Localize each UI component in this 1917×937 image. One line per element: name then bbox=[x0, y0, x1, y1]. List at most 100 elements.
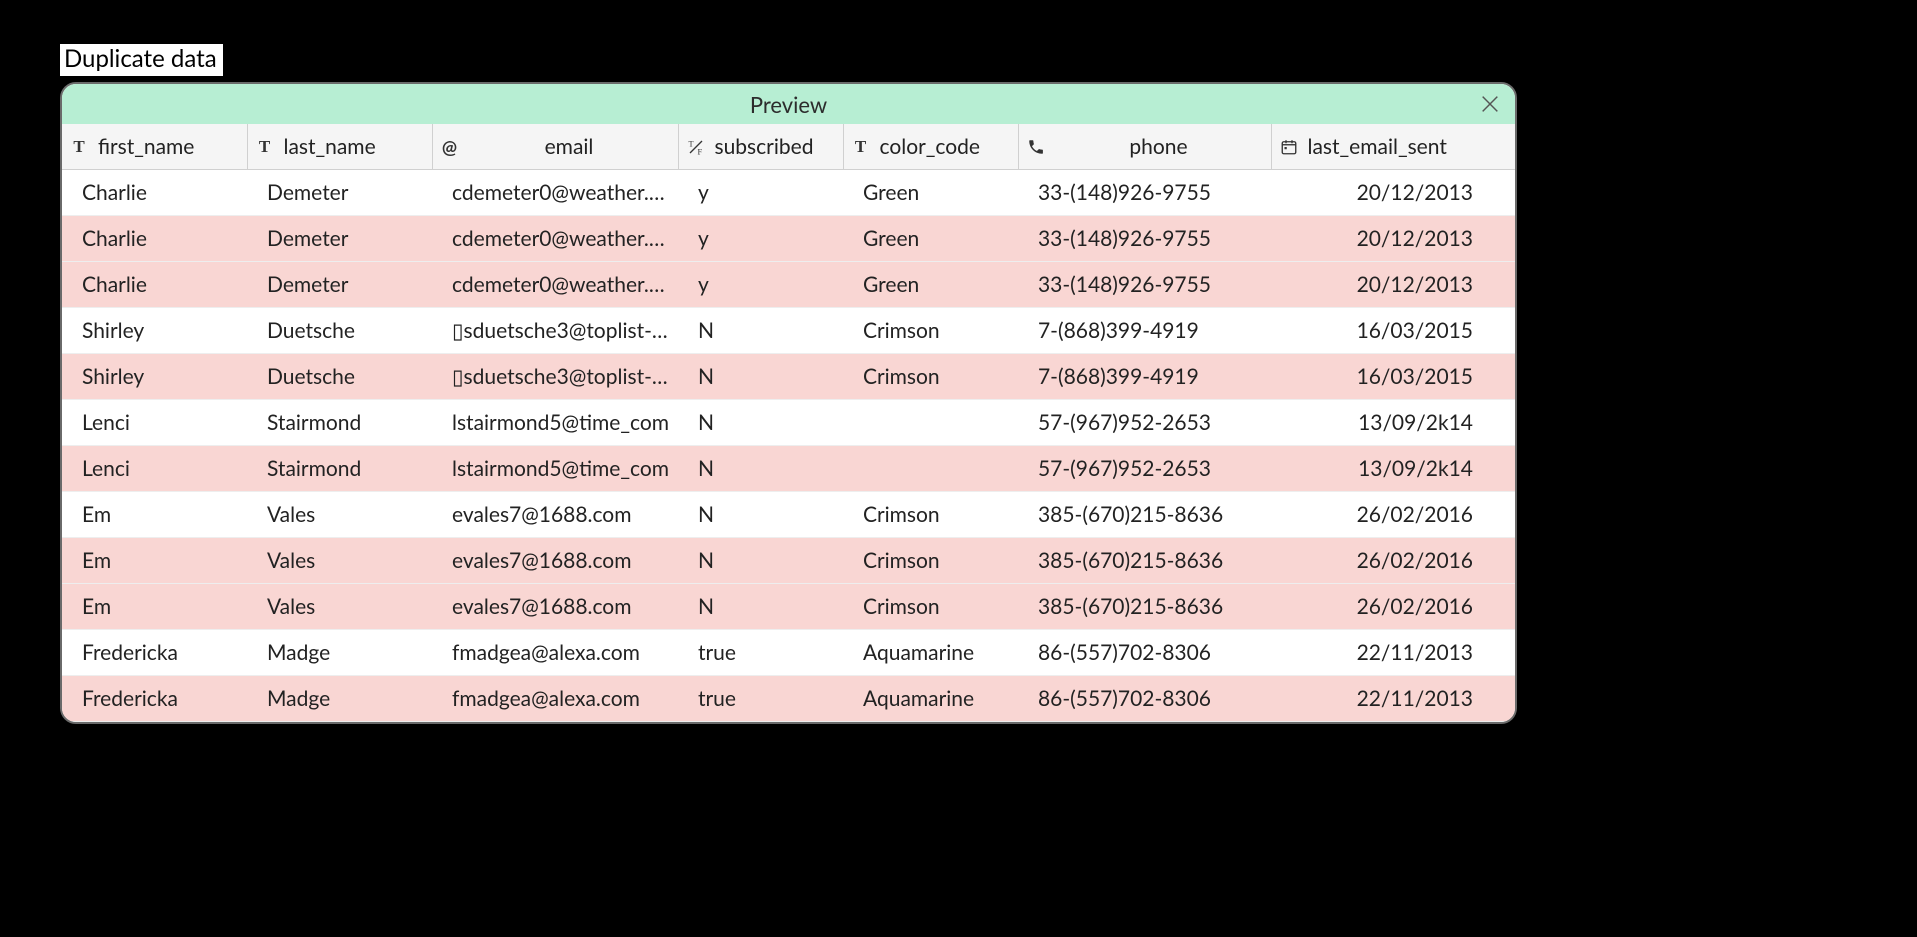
cell-last_name: Duetsche bbox=[247, 354, 432, 400]
cell-email: fmadgea@alexa.com bbox=[432, 630, 678, 676]
table-row[interactable]: LenciStairmondlstairmond5@time_comN57-(9… bbox=[62, 446, 1515, 492]
cell-email: cdemeter0@weather.com bbox=[432, 170, 678, 216]
cell-last_email_sent: 26/02/2016 bbox=[1271, 538, 1515, 584]
cell-last_name: Demeter bbox=[247, 262, 432, 308]
column-header-last_name[interactable]: Tlast_name bbox=[247, 124, 432, 170]
cell-last_name: Duetsche bbox=[247, 308, 432, 354]
cell-subscribed: true bbox=[678, 630, 843, 676]
cell-first_name: Fredericka bbox=[62, 630, 247, 676]
cell-first_name: Em bbox=[62, 584, 247, 630]
table-row[interactable]: EmValesevales7@1688.comNCrimson385-(670)… bbox=[62, 584, 1515, 630]
preview-titlebar: Preview bbox=[62, 84, 1515, 124]
close-button[interactable] bbox=[1479, 93, 1501, 115]
cell-last_name: Vales bbox=[247, 584, 432, 630]
cell-first_name: Charlie bbox=[62, 216, 247, 262]
cell-last_email_sent: 13/09/2k14 bbox=[1271, 400, 1515, 446]
cell-email: fmadgea@alexa.com bbox=[432, 676, 678, 722]
cell-subscribed: N bbox=[678, 354, 843, 400]
figure-caption: Duplicate data bbox=[60, 44, 223, 76]
cell-last_email_sent: 20/12/2013 bbox=[1271, 216, 1515, 262]
preview-panel: Preview Tfirst_nameTlast_name@emailTFsub… bbox=[60, 82, 1517, 724]
cell-color_code: Crimson bbox=[843, 538, 1018, 584]
table-row[interactable]: CharlieDemetercdemeter0@weather.comyGree… bbox=[62, 216, 1515, 262]
text-icon: T bbox=[70, 138, 88, 156]
svg-text:F: F bbox=[697, 147, 702, 156]
cell-first_name: Charlie bbox=[62, 262, 247, 308]
cell-phone: 33-(148)926-9755 bbox=[1018, 170, 1271, 216]
cell-subscribed: N bbox=[678, 400, 843, 446]
cell-color_code: Crimson bbox=[843, 492, 1018, 538]
cell-phone: 86-(557)702-8306 bbox=[1018, 630, 1271, 676]
cell-first_name: Charlie bbox=[62, 170, 247, 216]
cell-phone: 86-(557)702-8306 bbox=[1018, 676, 1271, 722]
table-row[interactable]: EmValesevales7@1688.comNCrimson385-(670)… bbox=[62, 492, 1515, 538]
cell-last_email_sent: 20/12/2013 bbox=[1271, 262, 1515, 308]
svg-text:T: T bbox=[688, 139, 693, 148]
cell-last_email_sent: 22/11/2013 bbox=[1271, 676, 1515, 722]
table-row[interactable]: CharlieDemetercdemeter0@weather.comyGree… bbox=[62, 262, 1515, 308]
column-header-phone[interactable]: phone bbox=[1018, 124, 1271, 170]
cell-email: ▯sduetsche3@toplist-cz bbox=[432, 354, 678, 400]
cell-subscribed: N bbox=[678, 446, 843, 492]
cell-last_name: Madge bbox=[247, 676, 432, 722]
table-header: Tfirst_nameTlast_name@emailTFsubscribedT… bbox=[62, 124, 1515, 170]
cell-phone: 33-(148)926-9755 bbox=[1018, 216, 1271, 262]
column-header-last_email_sent[interactable]: last_email_sent bbox=[1271, 124, 1515, 170]
cell-phone: 57-(967)952-2653 bbox=[1018, 400, 1271, 446]
cell-color_code: Aquamarine bbox=[843, 630, 1018, 676]
cell-last_name: Stairmond bbox=[247, 400, 432, 446]
table-row[interactable]: EmValesevales7@1688.comNCrimson385-(670)… bbox=[62, 538, 1515, 584]
cell-email: cdemeter0@weather.com bbox=[432, 216, 678, 262]
column-label: subscribed bbox=[715, 134, 814, 159]
column-label: last_email_sent bbox=[1308, 134, 1447, 159]
text-icon: T bbox=[256, 138, 274, 156]
preview-title: Preview bbox=[750, 91, 827, 118]
table-row[interactable]: FrederickaMadgefmadgea@alexa.comtrueAqua… bbox=[62, 630, 1515, 676]
column-label: last_name bbox=[284, 134, 376, 159]
column-header-subscribed[interactable]: TFsubscribed bbox=[678, 124, 843, 170]
cell-last_email_sent: 22/11/2013 bbox=[1271, 630, 1515, 676]
column-header-email[interactable]: @ email bbox=[432, 124, 678, 170]
cell-color_code: Green bbox=[843, 216, 1018, 262]
cell-subscribed: N bbox=[678, 308, 843, 354]
cell-first_name: Lenci bbox=[62, 446, 247, 492]
cell-subscribed: true bbox=[678, 676, 843, 722]
cell-subscribed: y bbox=[678, 216, 843, 262]
table-row[interactable]: CharlieDemetercdemeter0@weather.comyGree… bbox=[62, 170, 1515, 216]
cell-last_name: Vales bbox=[247, 538, 432, 584]
column-header-first_name[interactable]: Tfirst_name bbox=[62, 124, 247, 170]
phone-icon bbox=[1027, 138, 1045, 156]
cell-email: evales7@1688.com bbox=[432, 538, 678, 584]
cell-subscribed: N bbox=[678, 492, 843, 538]
close-icon bbox=[1479, 93, 1501, 115]
cell-first_name: Shirley bbox=[62, 308, 247, 354]
cell-color_code: Crimson bbox=[843, 354, 1018, 400]
table-body: CharlieDemetercdemeter0@weather.comyGree… bbox=[62, 170, 1515, 722]
boolean-icon: TF bbox=[687, 138, 705, 156]
cell-last_email_sent: 26/02/2016 bbox=[1271, 492, 1515, 538]
cell-phone: 7-(868)399-4919 bbox=[1018, 354, 1271, 400]
cell-last_name: Stairmond bbox=[247, 446, 432, 492]
cell-first_name: Em bbox=[62, 492, 247, 538]
cell-last_email_sent: 13/09/2k14 bbox=[1271, 446, 1515, 492]
column-header-color_code[interactable]: Tcolor_code bbox=[843, 124, 1018, 170]
column-label: phone bbox=[1055, 134, 1263, 159]
cell-last_email_sent: 20/12/2013 bbox=[1271, 170, 1515, 216]
column-label: color_code bbox=[880, 134, 981, 159]
cell-color_code: Crimson bbox=[843, 308, 1018, 354]
cell-last_name: Demeter bbox=[247, 170, 432, 216]
column-label: first_name bbox=[98, 134, 194, 159]
table-row[interactable]: LenciStairmondlstairmond5@time_comN57-(9… bbox=[62, 400, 1515, 446]
table-row[interactable]: ShirleyDuetsche▯sduetsche3@toplist-czNCr… bbox=[62, 308, 1515, 354]
column-label: email bbox=[469, 134, 670, 159]
cell-color_code: Green bbox=[843, 170, 1018, 216]
at-icon: @ bbox=[441, 138, 459, 156]
cell-subscribed: y bbox=[678, 262, 843, 308]
table-row[interactable]: ShirleyDuetsche▯sduetsche3@toplist-czNCr… bbox=[62, 354, 1515, 400]
cell-subscribed: N bbox=[678, 584, 843, 630]
cell-phone: 33-(148)926-9755 bbox=[1018, 262, 1271, 308]
table-row[interactable]: FrederickaMadgefmadgea@alexa.comtrueAqua… bbox=[62, 676, 1515, 722]
cell-phone: 385-(670)215-8636 bbox=[1018, 584, 1271, 630]
cell-email: lstairmond5@time_com bbox=[432, 446, 678, 492]
cell-phone: 385-(670)215-8636 bbox=[1018, 538, 1271, 584]
